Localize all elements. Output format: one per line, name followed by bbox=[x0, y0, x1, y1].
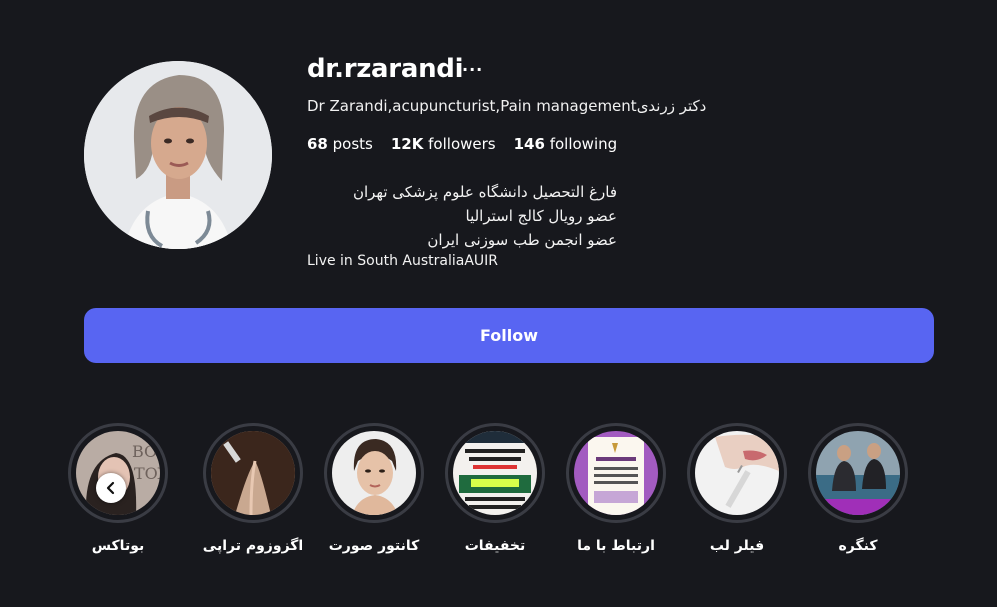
followers-count: 12K bbox=[390, 135, 424, 153]
posts-count: 68 bbox=[307, 135, 328, 153]
highlight-ring bbox=[445, 423, 545, 523]
highlight-ring bbox=[808, 423, 908, 523]
bio-line: عضو رویال کالج استرالیا bbox=[465, 207, 617, 225]
highlight-lip-filler[interactable]: فیلر لب bbox=[685, 423, 789, 554]
highlight-thumbnail bbox=[211, 431, 295, 515]
highlight-thumbnail bbox=[332, 431, 416, 515]
bio-line: عضو انجمن طب سوزنی ایران bbox=[427, 231, 617, 249]
profile-avatar[interactable] bbox=[84, 61, 272, 249]
highlight-contact[interactable]: ارتباط با ما bbox=[564, 423, 668, 554]
highlight-ring bbox=[687, 423, 787, 523]
posts-label: posts bbox=[332, 135, 373, 153]
svg-text:BO: BO bbox=[132, 442, 157, 461]
highlight-thumbnail bbox=[453, 431, 537, 515]
follow-button[interactable]: Follow bbox=[84, 308, 934, 363]
posts-stat[interactable]: 68 posts bbox=[307, 135, 373, 153]
highlight-label: تخفیفات bbox=[464, 538, 526, 554]
followers-stat[interactable]: 12K followers bbox=[391, 135, 496, 153]
highlight-label: کانتور صورت bbox=[328, 538, 420, 554]
highlight-ring: BO TOX bbox=[68, 423, 168, 523]
avatar-photo bbox=[84, 61, 272, 249]
highlight-ring bbox=[566, 423, 666, 523]
profile-username: dr.rzarandi bbox=[307, 54, 464, 84]
highlight-exosome[interactable]: اگزوزوم تراپی bbox=[201, 423, 305, 554]
highlight-label: ارتباط با ما bbox=[577, 538, 655, 554]
following-label: following bbox=[549, 135, 618, 153]
profile-full-name: Dr Zarandi,acupuncturist,Pain management… bbox=[307, 97, 707, 115]
highlight-label: فیلر لب bbox=[709, 538, 765, 554]
followers-label: followers bbox=[428, 135, 496, 153]
highlight-label: کنگره bbox=[838, 538, 878, 554]
highlight-thumbnail bbox=[574, 431, 658, 515]
highlight-thumbnail bbox=[695, 431, 779, 515]
more-options-icon[interactable]: ··· bbox=[462, 60, 483, 79]
highlights-prev-button[interactable] bbox=[96, 473, 126, 503]
highlight-ring bbox=[324, 423, 424, 523]
highlight-label: اگزوزوم تراپی bbox=[202, 538, 304, 554]
svg-text:TOX: TOX bbox=[134, 464, 160, 483]
following-stat[interactable]: 146 following bbox=[514, 135, 618, 153]
highlight-ring bbox=[203, 423, 303, 523]
highlight-thumbnail: BO TOX bbox=[76, 431, 160, 515]
following-count: 146 bbox=[513, 135, 545, 153]
profile-bio: فارغ التحصیل دانشگاه علوم پزشکی تهران عض… bbox=[307, 180, 617, 270]
highlight-thumbnail bbox=[816, 431, 900, 515]
bio-line: فارغ التحصیل دانشگاه علوم پزشکی تهران bbox=[352, 183, 617, 201]
profile-stats: 68 posts 12K followers 146 following bbox=[307, 135, 617, 153]
highlight-face-contour[interactable]: کانتور صورت bbox=[322, 423, 426, 554]
highlight-label: بوتاکس bbox=[91, 538, 145, 554]
chevron-left-icon bbox=[106, 481, 115, 495]
highlight-congress[interactable]: کنگره bbox=[806, 423, 910, 554]
bio-line: Live in South AustraliaAUIR bbox=[307, 253, 498, 269]
highlight-discounts[interactable]: تخفیفات bbox=[443, 423, 547, 554]
